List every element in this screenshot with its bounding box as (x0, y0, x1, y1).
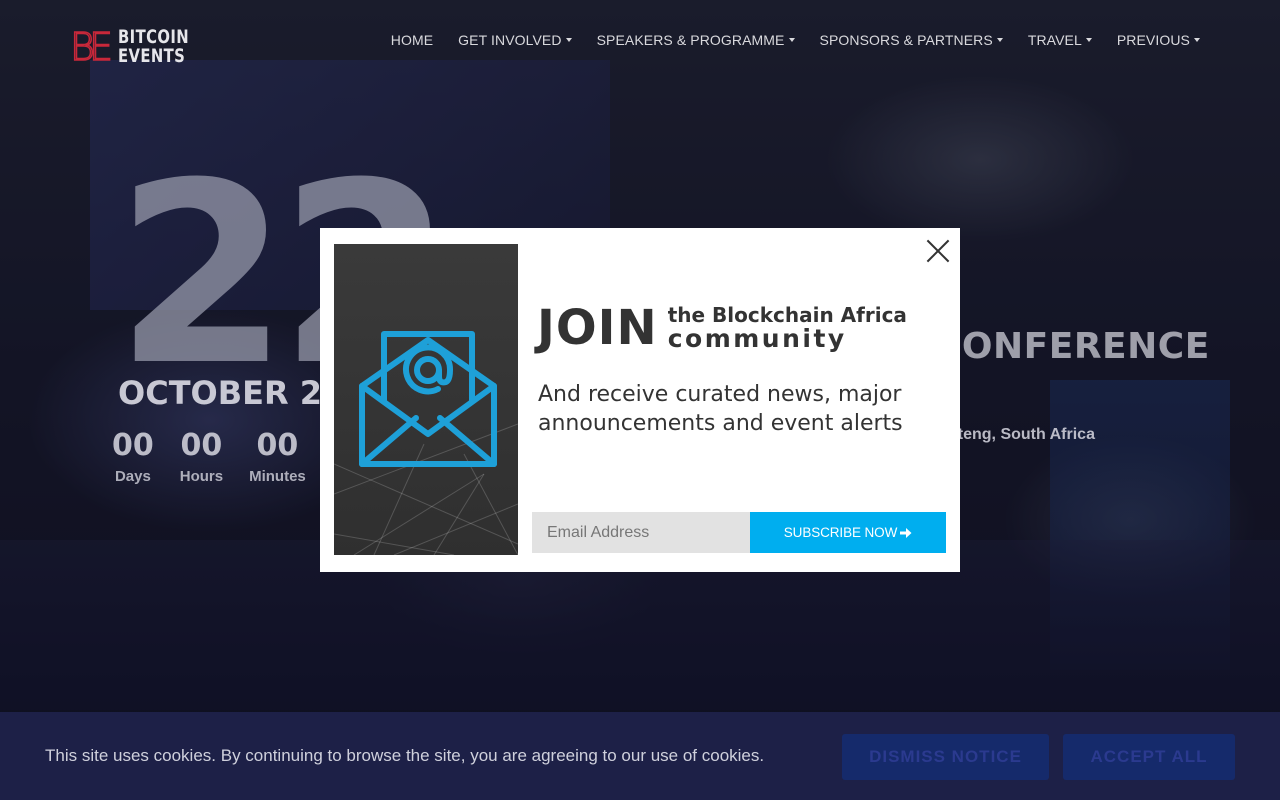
arrow-right-icon (900, 527, 912, 538)
join-subheading-line1: the Blockchain Africa (667, 303, 907, 327)
join-subheading-line2: community (667, 324, 847, 353)
modal-heading: JOIN the Blockchain Africa community (537, 302, 907, 354)
nav-label: SPONSORS & PARTNERS (819, 32, 993, 48)
logo-mark: B E (69, 25, 114, 69)
cookie-banner: This site uses cookies. By continuing to… (0, 712, 1280, 800)
countdown-hours: 00 Hours (180, 428, 223, 485)
accept-all-button[interactable]: ACCEPT ALL (1063, 734, 1235, 780)
caret-down-icon (1085, 38, 1092, 42)
nav-label: HOME (390, 32, 434, 48)
close-icon[interactable] (925, 238, 951, 264)
countdown-label: Minutes (249, 468, 306, 485)
caret-down-icon (788, 38, 795, 42)
envelope-at-icon (359, 331, 497, 467)
countdown-label: Hours (179, 468, 224, 485)
modal-description: And receive curated news, major announce… (538, 382, 903, 436)
event-month: OCTOBER 2 (118, 374, 323, 412)
countdown-minutes: 00 Minutes (249, 428, 306, 485)
nav-label: SPEAKERS & PROGRAMME (596, 32, 785, 48)
logo-mark-e: E (88, 25, 114, 69)
caret-down-icon (565, 38, 572, 42)
join-subheading: the Blockchain Africa community (668, 304, 907, 352)
event-location: uteng, South Africa (948, 426, 1095, 443)
email-field[interactable] (532, 512, 750, 553)
dismiss-notice-button[interactable]: DISMISS NOTICE (842, 734, 1049, 780)
nav-item-home[interactable]: HOME (391, 31, 433, 49)
main-nav: HOME GET INVOLVED SPEAKERS & PROGRAMME S… (366, 31, 1200, 49)
nav-label: TRAVEL (1027, 32, 1082, 48)
nav-label: PREVIOUS (1116, 32, 1190, 48)
event-title: CONFERENCE (935, 326, 1210, 367)
modal-illustration (334, 244, 518, 555)
site-logo[interactable]: B E BITCOIN EVENTS (69, 25, 209, 69)
subscribe-button[interactable]: SUBSCRIBE NOW (750, 512, 946, 553)
join-word: JOIN (537, 300, 658, 356)
nav-label: GET INVOLVED (458, 32, 562, 48)
nav-item-travel[interactable]: TRAVEL (1028, 31, 1092, 49)
caret-down-icon (1194, 38, 1200, 42)
countdown-label: Days (114, 468, 151, 485)
caret-down-icon (996, 38, 1003, 42)
logo-text: BITCOIN EVENTS (118, 28, 189, 66)
nav-item-sponsors-partners[interactable]: SPONSORS & PARTNERS (820, 31, 1003, 49)
countdown-value: 00 (180, 428, 223, 463)
nav-item-previous[interactable]: PREVIOUS (1117, 31, 1200, 49)
countdown-value: 00 (112, 428, 154, 463)
cookie-message: This site uses cookies. By continuing to… (45, 746, 765, 765)
subscribe-label: SUBSCRIBE NOW (783, 525, 898, 540)
countdown-days: 00 Days (112, 428, 154, 485)
countdown: 00 Days 00 Hours 00 Minutes (112, 428, 306, 485)
nav-item-speakers-programme[interactable]: SPEAKERS & PROGRAMME (597, 31, 795, 49)
newsletter-modal: JOIN the Blockchain Africa community And… (320, 228, 960, 572)
countdown-value: 00 (256, 428, 299, 463)
logo-line-2: EVENTS (118, 45, 186, 67)
nav-item-get-involved[interactable]: GET INVOLVED (458, 31, 572, 49)
